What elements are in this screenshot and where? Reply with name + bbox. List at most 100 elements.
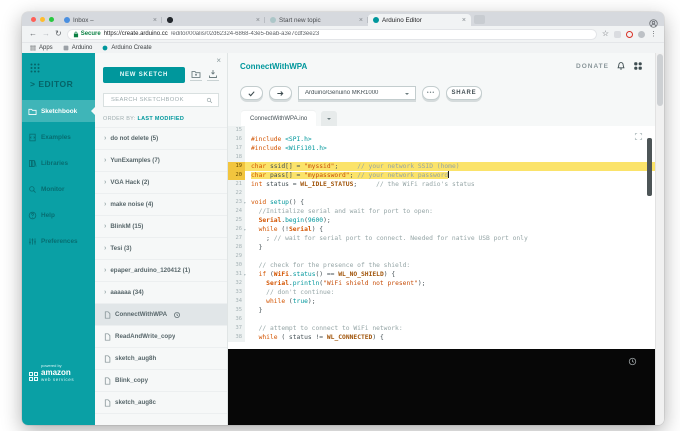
sidebar-item-libraries[interactable]: Libraries — [22, 152, 95, 174]
file-tab-menu-button[interactable] — [321, 111, 337, 126]
sketch-row[interactable]: ConnectWithWPA — [95, 304, 227, 326]
sketch-row[interactable]: ReadAndWrite_copy — [95, 326, 227, 348]
help-icon — [28, 211, 37, 220]
sketch-row[interactable]: sketch_aug8c — [95, 392, 227, 414]
zoom-window-button[interactable] — [49, 17, 54, 22]
folder-row[interactable]: ›VGA Hack (2) — [95, 172, 227, 194]
chevron-right-icon: › — [104, 267, 106, 274]
order-by-value[interactable]: LAST MODIFIED — [137, 116, 184, 122]
code-text: while ( status != WL_CONNECTED) { — [245, 333, 655, 342]
code-scrollbar-thumb[interactable] — [647, 138, 652, 196]
fold-icon[interactable]: ▾ — [244, 198, 246, 207]
folder-row[interactable]: ›epaper_arduino_120412 (1) — [95, 260, 227, 282]
extension-icon[interactable] — [614, 31, 621, 38]
reload-icon[interactable]: ↻ — [55, 30, 62, 38]
verify-button[interactable] — [240, 86, 263, 100]
browser-menu-icon[interactable]: ⋮ — [650, 31, 657, 38]
minimize-window-button[interactable] — [40, 17, 45, 22]
new-sketch-button[interactable]: NEW SKETCH — [103, 67, 185, 83]
tab-close-icon[interactable]: × — [153, 17, 157, 24]
back-icon[interactable]: ← — [29, 30, 37, 38]
sidebar-item-preferences[interactable]: Preferences — [22, 230, 95, 252]
line-number: 28 — [228, 243, 245, 252]
share-button[interactable]: SHARE — [446, 86, 482, 100]
profile-icon[interactable] — [649, 15, 658, 24]
code-text: // check for the presence of the shield: — [245, 261, 655, 270]
folder-row[interactable]: ›aaaaaa (34) — [95, 282, 227, 304]
sketch-row[interactable]: sketch_aug8h — [95, 348, 227, 370]
file-tab[interactable]: ConnectWithWPA.ino — [241, 111, 316, 126]
browser-tab[interactable]: Inbox –× — [59, 14, 162, 26]
code-text: // don't continue: — [245, 288, 655, 297]
folder-row[interactable]: ›YunExamples (7) — [95, 150, 227, 172]
bookmark-item[interactable]: Arduino — [63, 45, 93, 51]
browser-tab[interactable]: × — [162, 14, 265, 26]
line-number: 21 — [228, 180, 245, 189]
import-sketch-icon[interactable] — [207, 69, 219, 81]
browser-tab[interactable]: Start new topic× — [265, 14, 368, 26]
more-options-button[interactable] — [422, 86, 440, 100]
code-editor[interactable]: 1516#include <SPI.h>17#include <WiFi101.… — [228, 126, 655, 349]
clock-icon[interactable] — [628, 357, 637, 366]
editor-toolbar: Arduino/Genuino MKR1000 SHARE — [228, 79, 655, 107]
folder-row[interactable]: ›do not delete (5) — [95, 128, 227, 150]
code-line: 36 — [228, 315, 655, 324]
line-number: 17 — [228, 144, 245, 153]
bookmark-star-icon[interactable]: ☆ — [602, 30, 609, 38]
arduino-create-favicon — [102, 45, 108, 51]
code-text: } — [245, 243, 655, 252]
apps-grid-icon[interactable] — [30, 60, 40, 70]
code-line: 28 } — [228, 243, 655, 252]
fold-icon[interactable]: ▾ — [244, 270, 246, 279]
bell-icon[interactable] — [616, 61, 626, 71]
extension-red-icon[interactable] — [626, 31, 633, 38]
sidebar-item-monitor[interactable]: Monitor — [22, 178, 95, 200]
console-panel[interactable] — [228, 349, 655, 425]
upload-button[interactable] — [269, 86, 292, 100]
extension-gray-icon[interactable] — [638, 31, 645, 38]
code-text: Serial.println("WiFi shield not present"… — [245, 279, 655, 288]
new-tab-button[interactable] — [474, 15, 485, 24]
page-scrollbar-thumb[interactable] — [657, 54, 663, 106]
folder-row[interactable]: ›BlinkM (15) — [95, 216, 227, 238]
sketch-name: Blink_copy — [115, 377, 148, 384]
sidebar-item-examples[interactable]: Examples — [22, 126, 95, 148]
bookmark-label: Apps — [39, 45, 53, 51]
bookmark-item[interactable]: Apps — [30, 45, 53, 51]
browser-tab[interactable]: Arduino Editor× — [368, 14, 471, 26]
line-number: 19 — [228, 162, 245, 171]
fullscreen-icon[interactable] — [634, 132, 643, 141]
code-text: Serial.begin(9600); — [245, 216, 655, 225]
tab-close-icon[interactable]: × — [462, 17, 466, 24]
sketch-name: sketch_aug8c — [115, 399, 156, 406]
donate-link[interactable]: DONATE — [576, 63, 609, 70]
tab-close-icon[interactable]: × — [359, 17, 363, 24]
sketchbook-icon — [28, 107, 37, 116]
tab-close-icon[interactable]: × — [256, 17, 260, 24]
panel-close-icon[interactable]: × — [216, 57, 221, 65]
code-line: 24 //Initialize serial and wait for port… — [228, 207, 655, 216]
bookmark-item[interactable]: Arduino Create — [102, 45, 151, 51]
aws-logo: powered by amazon web services — [29, 364, 74, 383]
forward-icon[interactable]: → — [42, 30, 50, 38]
search-sketchbook-input[interactable] — [109, 96, 203, 104]
line-number: 37 — [228, 324, 245, 333]
avatar-grid-icon[interactable] — [633, 61, 643, 71]
examples-icon — [28, 133, 37, 142]
folder-row[interactable]: ›Tesi (3) — [95, 238, 227, 260]
new-folder-icon[interactable] — [190, 69, 202, 81]
text-cursor — [448, 171, 449, 178]
sidebar-item-sketchbook[interactable]: Sketchbook — [22, 100, 95, 122]
file-tab-row: ConnectWithWPA.ino — [228, 107, 655, 126]
code-text: if (WiFi.status() == WL_NO_SHIELD) { — [245, 270, 655, 279]
fold-icon[interactable]: ▾ — [244, 225, 246, 234]
board-selector[interactable]: Arduino/Genuino MKR1000 — [298, 86, 416, 100]
sidebar-item-help[interactable]: Help — [22, 204, 95, 226]
code-text — [245, 315, 655, 324]
sketch-row[interactable]: Blink_copy — [95, 370, 227, 392]
folder-row[interactable]: ›make noise (4) — [95, 194, 227, 216]
code-text: #include <SPI.h> — [245, 135, 655, 144]
address-bar[interactable]: Secure https://create.arduino.cc /editor… — [67, 29, 597, 40]
page-scrollbar[interactable] — [655, 53, 664, 425]
close-window-button[interactable] — [31, 17, 36, 22]
